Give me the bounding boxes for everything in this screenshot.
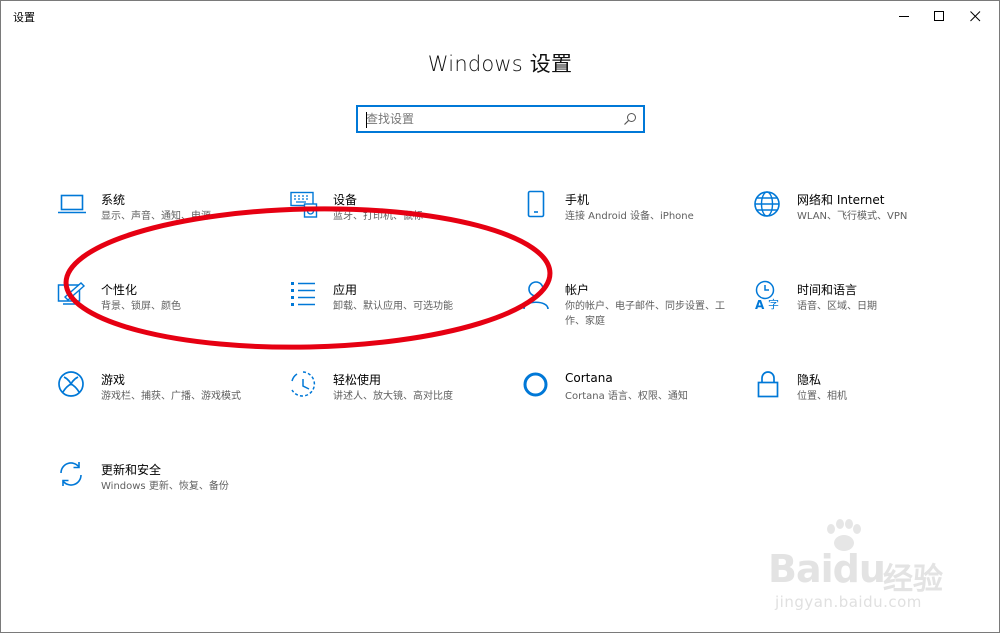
category-cortana[interactable]: Cortana Cortana 语言、权限、通知 xyxy=(521,370,741,430)
watermark-brand-part2: du xyxy=(832,547,886,591)
window-title: 设置 xyxy=(13,11,35,24)
category-update-security[interactable]: 更新和安全 Windows 更新、恢复、备份 xyxy=(57,460,277,520)
category-gaming[interactable]: 游戏 游戏栏、捕获、广播、游戏模式 xyxy=(57,370,277,430)
category-name: 网络和 Internet xyxy=(797,193,885,207)
category-desc: WLAN、飞行模式、VPN xyxy=(797,211,908,222)
category-name: 设备 xyxy=(333,193,358,207)
category-name: 游戏 xyxy=(101,373,126,387)
category-accounts[interactable]: 帐户 你的帐户、电子邮件、同步设置、工作、家庭 xyxy=(521,280,741,340)
lock-icon xyxy=(757,371,779,398)
category-privacy[interactable]: 隐私 位置、相机 xyxy=(753,370,973,430)
category-desc: 位置、相机 xyxy=(797,391,847,402)
category-system[interactable]: 系统 显示、声音、通知、电源 xyxy=(57,190,277,250)
search-box[interactable] xyxy=(356,105,645,133)
search-icon[interactable] xyxy=(623,112,637,126)
category-desc: 你的帐户、电子邮件、同步设置、工作、家庭 xyxy=(565,301,725,327)
phone-icon xyxy=(527,190,545,218)
watermark-url: jingyan.baidu.com xyxy=(775,593,922,611)
watermark-brand: Baidu xyxy=(768,547,886,591)
category-desc: 游戏栏、捕获、广播、游戏模式 xyxy=(101,391,241,402)
title-bar: 设置 xyxy=(1,1,999,31)
category-apps[interactable]: 应用 卸载、默认应用、可选功能 xyxy=(289,280,509,340)
page-title: Windows 设置 xyxy=(427,52,573,76)
close-button[interactable] xyxy=(959,1,992,31)
settings-window: 设置 Windows 设置 系统 显示、声音、通知、电源 xyxy=(0,0,1000,633)
svg-text:A: A xyxy=(755,298,765,310)
category-name: 时间和语言 xyxy=(797,283,858,297)
globe-icon xyxy=(754,191,780,217)
laptop-icon xyxy=(58,194,86,214)
time-language-icon: A 字 xyxy=(755,280,779,310)
maximize-button[interactable] xyxy=(923,1,956,31)
category-desc: 讲述人、放大镜、高对比度 xyxy=(333,391,453,402)
minimize-button[interactable] xyxy=(888,1,921,31)
category-desc: Windows 更新、恢复、备份 xyxy=(101,481,229,492)
watermark: Baidu 经验 jingyan.baidu.com xyxy=(763,519,973,619)
maximize-icon xyxy=(934,10,944,21)
paint-icon xyxy=(57,282,86,305)
category-devices[interactable]: 设备 蓝牙、打印机、鼠标 xyxy=(289,190,509,250)
search-input[interactable] xyxy=(366,110,616,128)
category-network[interactable]: 网络和 Internet WLAN、飞行模式、VPN xyxy=(753,190,973,250)
category-name: 隐私 xyxy=(797,373,822,387)
text-caret xyxy=(366,112,367,128)
cortana-icon xyxy=(523,372,548,397)
person-icon xyxy=(523,281,549,310)
paw-icon xyxy=(827,519,861,551)
category-phone[interactable]: 手机 连接 Android 设备、iPhone xyxy=(521,190,741,250)
category-name: 应用 xyxy=(333,283,358,297)
category-desc: 卸载、默认应用、可选功能 xyxy=(333,301,453,312)
ease-of-access-icon xyxy=(291,371,316,397)
category-desc: 连接 Android 设备、iPhone xyxy=(565,211,694,222)
category-desc: Cortana 语言、权限、通知 xyxy=(565,391,688,402)
category-name: 更新和安全 xyxy=(101,463,162,477)
category-name: 帐户 xyxy=(565,283,590,297)
category-ease-of-access[interactable]: 轻松使用 讲述人、放大镜、高对比度 xyxy=(289,370,509,430)
keyboard-printer-icon xyxy=(290,191,318,218)
close-icon xyxy=(970,10,981,21)
watermark-brand-part1: Bai xyxy=(768,547,834,591)
category-name: 系统 xyxy=(101,193,126,207)
category-desc: 语音、区域、日期 xyxy=(797,301,877,312)
category-time-language[interactable]: A 字 时间和语言 语音、区域、日期 xyxy=(753,280,973,340)
category-desc: 背景、锁屏、颜色 xyxy=(101,301,181,312)
category-name: 手机 xyxy=(565,193,590,207)
watermark-brand-cn: 经验 xyxy=(883,562,943,597)
category-desc: 蓝牙、打印机、鼠标 xyxy=(333,211,423,222)
category-personalization[interactable]: 个性化 背景、锁屏、颜色 xyxy=(57,280,277,340)
svg-text:字: 字 xyxy=(768,297,779,310)
minimize-icon xyxy=(899,15,909,17)
sync-icon xyxy=(60,462,82,486)
category-name: 轻松使用 xyxy=(333,373,382,387)
category-name: Cortana xyxy=(565,371,613,385)
category-name: 个性化 xyxy=(101,283,138,297)
apps-list-icon xyxy=(291,282,315,306)
xbox-icon xyxy=(58,371,84,397)
category-desc: 显示、声音、通知、电源 xyxy=(101,211,211,222)
